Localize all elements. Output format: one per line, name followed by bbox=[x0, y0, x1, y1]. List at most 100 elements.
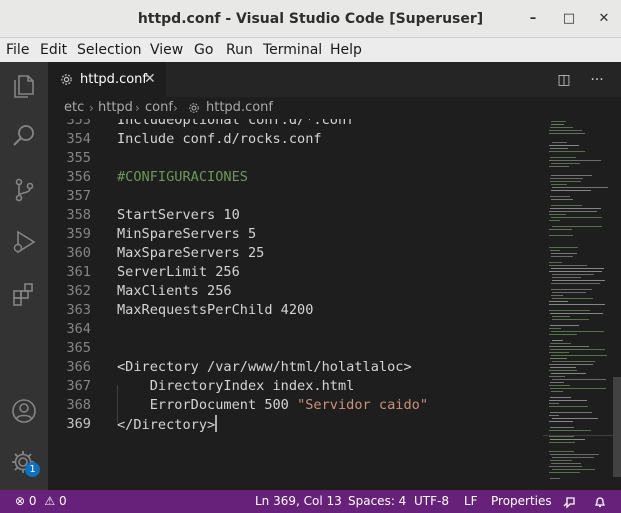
menu-bar: File Edit Selection View Go Run Terminal… bbox=[0, 38, 621, 62]
breadcrumb-httpd[interactable]: httpd bbox=[98, 97, 133, 119]
code-line: 357 bbox=[48, 187, 543, 206]
line-number: 358 bbox=[66, 207, 91, 223]
minimap-line bbox=[551, 205, 582, 206]
minimap-line bbox=[549, 421, 573, 422]
error-icon: ⊗ bbox=[15, 494, 26, 508]
code-line: 360 MaxSpareServers 25 bbox=[48, 244, 543, 263]
maximize-button[interactable]: □ bbox=[559, 9, 579, 29]
minimap-line bbox=[552, 142, 567, 143]
code-line: 367 DirectoryIndex index.html bbox=[48, 377, 543, 396]
minimap-line bbox=[550, 382, 564, 383]
minimap-line bbox=[550, 250, 560, 251]
code-line: 365 bbox=[48, 339, 543, 358]
minimap-line bbox=[549, 271, 602, 272]
line-number: 362 bbox=[66, 283, 91, 299]
minimap-line bbox=[552, 379, 606, 380]
line-number: 366 bbox=[66, 359, 91, 375]
indentation[interactable]: Spaces: 4 bbox=[348, 490, 406, 513]
split-editor-icon[interactable]: ◫ bbox=[555, 71, 573, 89]
tab-bar: httpd.conf ✕ ◫ ··· bbox=[48, 62, 621, 97]
code-line: 369 </Directory> bbox=[48, 415, 543, 434]
menu-terminal[interactable]: Terminal bbox=[263, 38, 322, 62]
minimize-button[interactable]: – bbox=[523, 9, 543, 29]
cursor-position[interactable]: Ln 369, Col 13 bbox=[255, 490, 342, 513]
minimap-line bbox=[550, 358, 567, 359]
minimap-line bbox=[549, 346, 589, 347]
minimap-line bbox=[550, 412, 592, 413]
warning-icon: ⚠ bbox=[44, 494, 56, 508]
minimap-line bbox=[550, 208, 601, 209]
minimap[interactable] bbox=[543, 119, 613, 490]
menu-view[interactable]: View bbox=[150, 38, 183, 62]
menu-go[interactable]: Go bbox=[194, 38, 213, 62]
notifications-bell-icon[interactable] bbox=[593, 495, 607, 509]
breadcrumb-etc[interactable]: etc bbox=[64, 97, 84, 119]
line-number: 357 bbox=[66, 188, 91, 204]
line-number: 354 bbox=[66, 131, 91, 147]
code-text: StartServers 10 bbox=[117, 207, 240, 223]
tab-httpd-conf[interactable]: httpd.conf ✕ bbox=[48, 62, 166, 97]
minimap-line bbox=[551, 268, 604, 269]
menu-run[interactable]: Run bbox=[226, 38, 253, 62]
search-icon[interactable] bbox=[10, 122, 38, 150]
minimap-line bbox=[551, 289, 592, 290]
line-number: 361 bbox=[66, 264, 91, 280]
scrollbar-thumb[interactable] bbox=[613, 377, 621, 477]
text-cursor bbox=[215, 415, 218, 432]
minimap-line bbox=[549, 145, 579, 146]
encoding[interactable]: UTF-8 bbox=[414, 490, 449, 513]
title-bar: httpd.conf - Visual Studio Code [Superus… bbox=[0, 0, 621, 38]
code-line: 363 MaxRequestsPerChild 4200 bbox=[48, 301, 543, 320]
run-debug-icon[interactable] bbox=[10, 228, 38, 256]
language-mode[interactable]: Properties bbox=[491, 490, 552, 513]
menu-help[interactable]: Help bbox=[330, 38, 362, 62]
minimap-slider[interactable] bbox=[543, 435, 613, 436]
account-icon[interactable] bbox=[10, 397, 38, 425]
minimap-line bbox=[549, 133, 585, 134]
minimap-line bbox=[549, 370, 577, 371]
code-text: IncludeOptional conf.d/*.conf bbox=[117, 119, 355, 128]
breadcrumb-conf[interactable]: conf bbox=[145, 97, 173, 119]
minimap-line bbox=[549, 130, 582, 131]
minimap-line bbox=[550, 343, 571, 344]
minimap-line bbox=[549, 211, 597, 212]
minimap-line bbox=[550, 454, 599, 455]
minimap-line bbox=[550, 367, 576, 368]
source-control-icon[interactable] bbox=[10, 176, 38, 204]
code-text: MaxRequestsPerChild 4200 bbox=[117, 302, 314, 318]
breadcrumb-separator: › bbox=[135, 101, 140, 115]
minimap-line bbox=[551, 373, 586, 374]
breadcrumb-separator: › bbox=[173, 101, 178, 115]
line-number: 356 bbox=[66, 169, 91, 185]
end-of-line[interactable]: LF bbox=[464, 490, 478, 513]
minimap-line bbox=[549, 247, 578, 248]
minimap-line bbox=[549, 376, 565, 377]
feedback-icon[interactable] bbox=[562, 495, 576, 509]
minimap-line bbox=[552, 280, 605, 281]
breadcrumb-file[interactable]: httpd.conf bbox=[206, 97, 273, 119]
problems-indicator[interactable]: ⊗ 0 ⚠ 0 bbox=[15, 490, 67, 513]
more-actions-icon[interactable]: ··· bbox=[588, 71, 606, 89]
manage-badge: 1 bbox=[25, 462, 40, 477]
line-number: 363 bbox=[66, 302, 91, 318]
breadcrumb-separator: › bbox=[89, 101, 94, 115]
line-number: 364 bbox=[66, 321, 91, 337]
vertical-scrollbar[interactable] bbox=[613, 119, 621, 490]
code-editor[interactable]: 353 IncludeOptional conf.d/*.conf 354 Incl… bbox=[48, 119, 543, 490]
minimap-line bbox=[550, 181, 581, 182]
menu-edit[interactable]: Edit bbox=[40, 38, 67, 62]
extensions-icon[interactable] bbox=[10, 280, 38, 308]
close-window-button[interactable]: ✕ bbox=[594, 9, 614, 29]
minimap-line bbox=[550, 460, 572, 461]
explorer-icon[interactable] bbox=[10, 72, 38, 100]
settings-file-icon bbox=[61, 74, 72, 85]
minimap-line bbox=[549, 430, 591, 431]
minimap-line bbox=[549, 262, 562, 263]
code-line: 368 ErrorDocument 500 "Servidor caido" bbox=[48, 396, 543, 415]
menu-file[interactable]: File bbox=[6, 38, 29, 62]
minimap-line bbox=[552, 274, 594, 275]
minimap-line bbox=[552, 187, 608, 188]
tab-close-icon[interactable]: ✕ bbox=[144, 62, 156, 97]
minimap-line bbox=[551, 175, 592, 176]
menu-selection[interactable]: Selection bbox=[77, 38, 142, 62]
